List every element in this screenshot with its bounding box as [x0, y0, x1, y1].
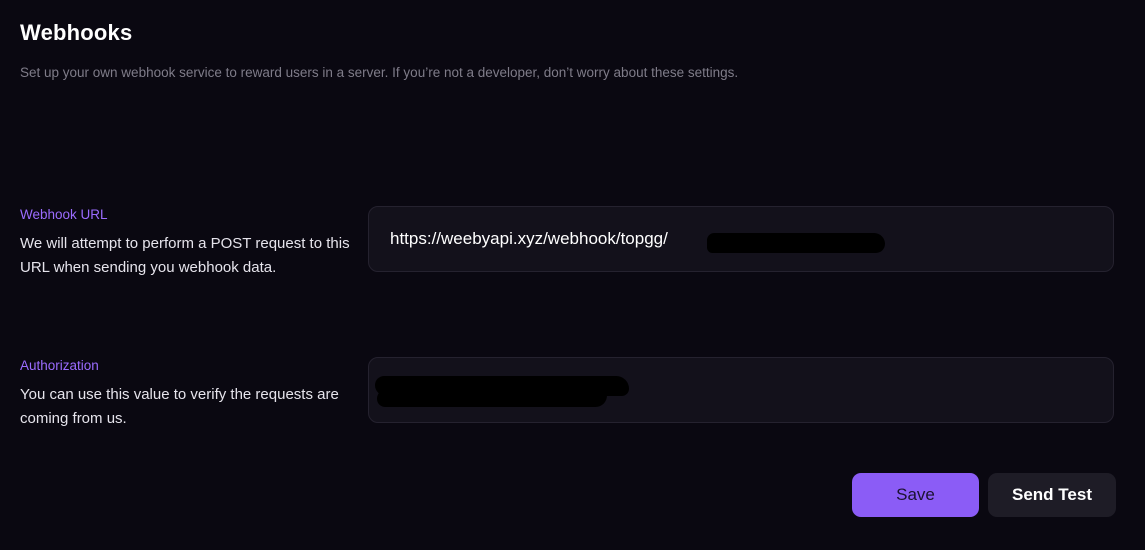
webhook-url-input[interactable]: https://weebyapi.xyz/webhook/topgg/ [368, 206, 1114, 272]
redaction-mark [707, 233, 885, 253]
webhook-url-label: Webhook URL [20, 207, 108, 222]
authorization-label: Authorization [20, 358, 99, 373]
page-subtitle: Set up your own webhook service to rewar… [20, 65, 739, 80]
page-title: Webhooks [20, 20, 133, 45]
redaction-mark [377, 389, 607, 407]
authorization-description: You can use this value to verify the req… [20, 386, 339, 427]
webhook-url-value: https://weebyapi.xyz/webhook/topgg/ [390, 229, 668, 248]
webhook-url-description: We will attempt to perform a POST reques… [20, 235, 350, 276]
send-test-button[interactable]: Send Test [988, 473, 1116, 517]
save-button[interactable]: Save [852, 473, 979, 517]
authorization-input[interactable] [368, 357, 1114, 423]
